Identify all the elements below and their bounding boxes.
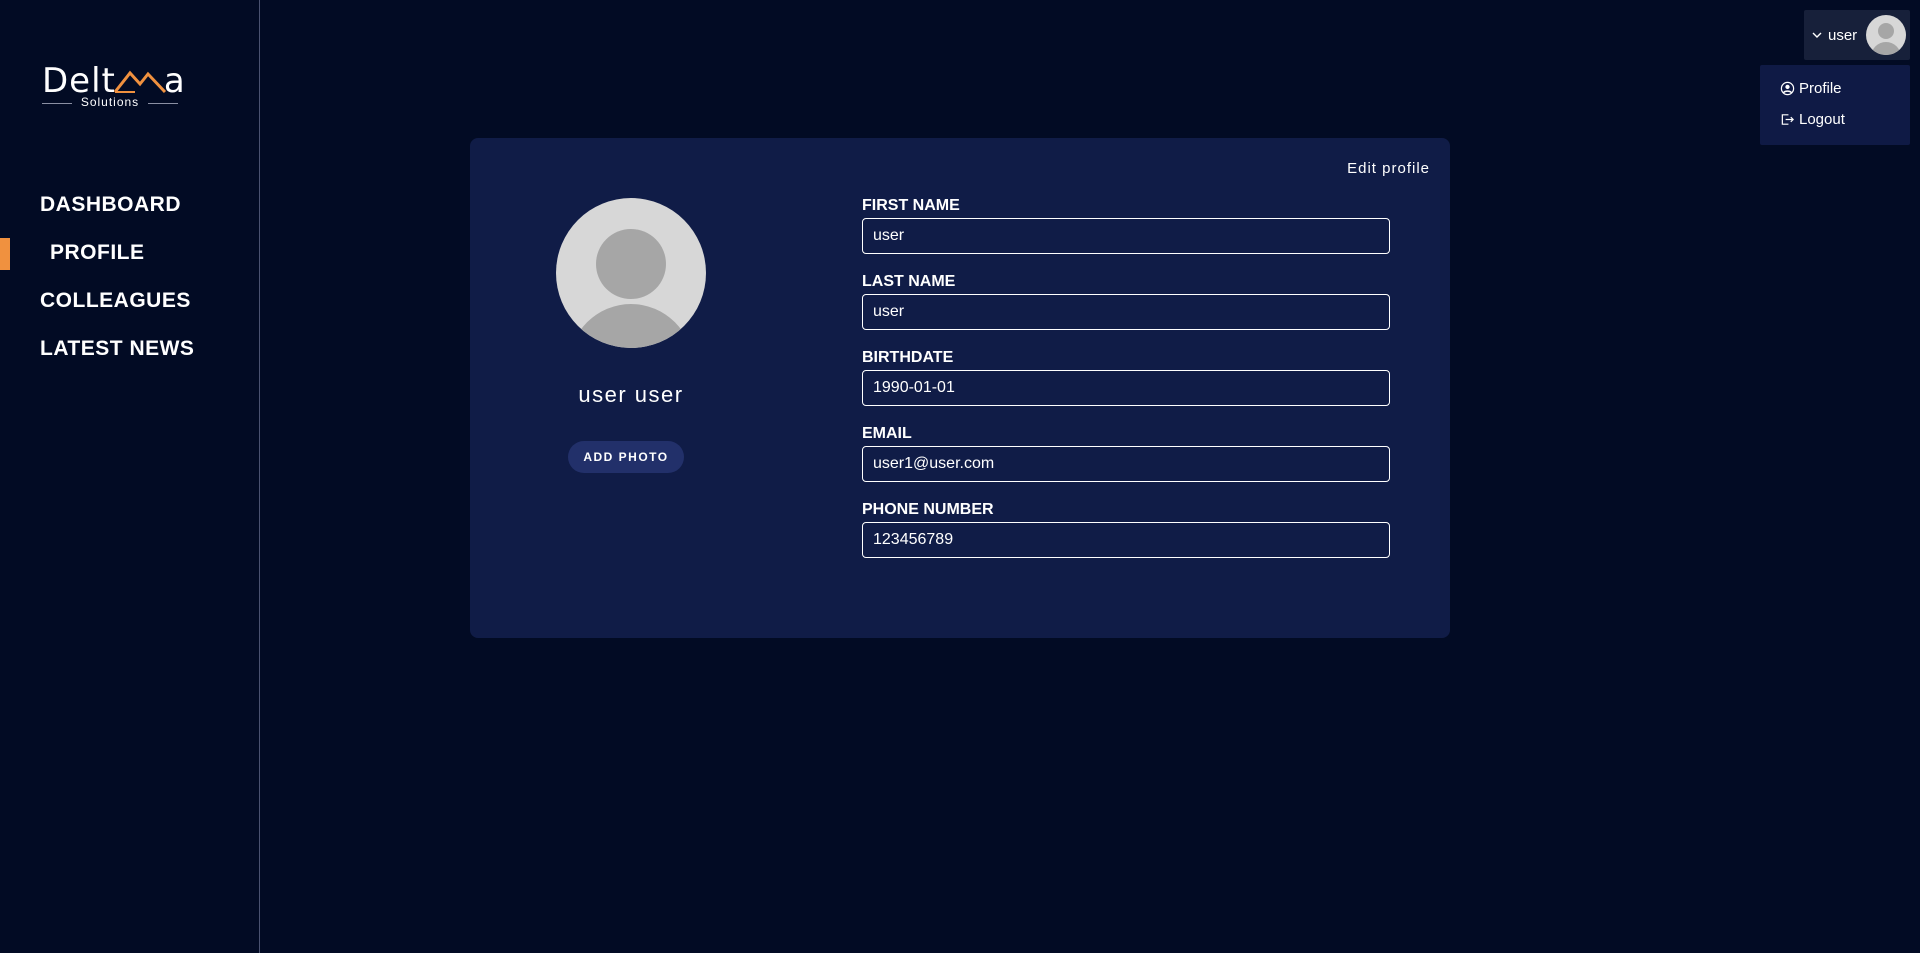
phone-number-label: PHONE NUMBER [862,501,994,518]
profile-display-name: user user [578,382,684,407]
sidebar-nav: DASHBOARD PROFILE COLLEAGUES LATEST NEWS [0,188,259,380]
last-name-label: LAST NAME [862,273,956,290]
add-photo-button[interactable]: ADD PHOTO [568,441,684,473]
birthdate-group: BIRTHDATE [862,348,1390,424]
user-dropdown-menu: Profile Logout [1760,65,1910,145]
dropdown-logout-label: Logout [1799,111,1845,128]
logo-subtitle: Solutions [40,95,180,109]
birthdate-field[interactable] [862,370,1390,406]
email-field[interactable] [862,446,1390,482]
app: Delt a Solutions DASHBOARD PROFILE COLLEA… [0,0,1920,953]
phone-number-group: PHONE NUMBER [862,500,1390,576]
profile-form: FIRST NAME LAST NAME BIRTHDATE EMAIL PHO… [862,196,1390,576]
first-name-label: FIRST NAME [862,197,960,214]
sidebar: Delt a Solutions DASHBOARD PROFILE COLLEA… [0,0,260,953]
mountain-logo-icon [113,70,167,94]
user-avatar-icon [1866,15,1906,55]
logo[interactable]: Delt a Solutions [40,62,185,109]
sidebar-item-dashboard[interactable]: DASHBOARD [0,188,259,236]
phone-number-field[interactable] [862,522,1390,558]
dropdown-item-logout[interactable]: Logout [1780,111,1845,128]
sidebar-item-latest-news[interactable]: LATEST NEWS [0,332,259,380]
user-circle-icon [1780,81,1795,96]
sidebar-item-profile[interactable]: PROFILE [0,236,259,284]
user-menu-toggle[interactable]: user [1804,10,1910,60]
logout-icon [1781,114,1794,125]
user-menu-name: user [1828,26,1858,44]
first-name-field[interactable] [862,218,1390,254]
last-name-field[interactable] [862,294,1390,330]
email-group: EMAIL [862,424,1390,500]
birthdate-label: BIRTHDATE [862,349,954,366]
first-name-group: FIRST NAME [862,196,1390,272]
dropdown-item-profile[interactable]: Profile [1780,80,1842,97]
chevron-down-icon [1812,32,1822,38]
profile-avatar-icon [556,198,706,348]
last-name-group: LAST NAME [862,272,1390,348]
email-label: EMAIL [862,425,912,442]
profile-card: Edit profile user user ADD PHOTO FIRST N… [470,138,1450,638]
edit-profile-link[interactable]: Edit profile [1347,160,1430,177]
sidebar-item-colleagues[interactable]: COLLEAGUES [0,284,259,332]
dropdown-profile-label: Profile [1799,80,1842,97]
